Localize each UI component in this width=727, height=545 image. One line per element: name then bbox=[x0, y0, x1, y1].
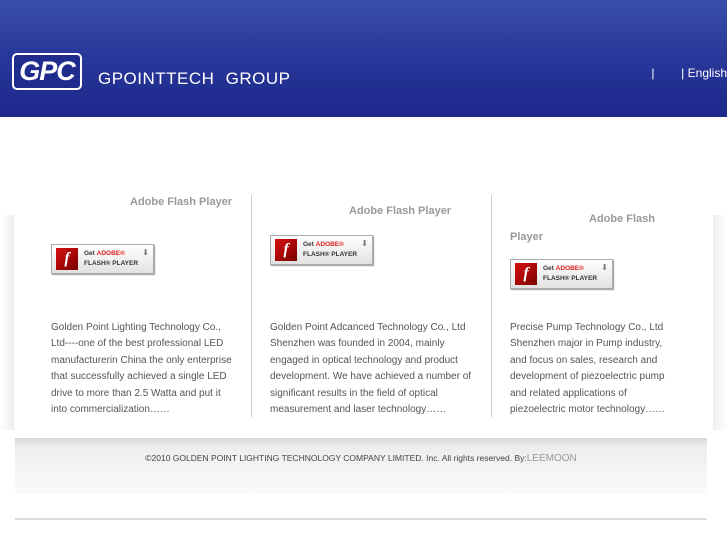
get-flash-player-button[interactable]: f Get ADOBE® FLASH® PLAYER ⬇ bbox=[51, 244, 154, 274]
download-icon: ⬇ bbox=[601, 263, 608, 272]
flash-adobe: ADOBE® bbox=[315, 241, 344, 248]
right-shadow bbox=[713, 215, 727, 430]
flash-title-text: Adobe Flash Player bbox=[510, 213, 656, 243]
lang-separator: | bbox=[681, 66, 685, 80]
flash-icon: f bbox=[275, 239, 297, 261]
company-description: Golden Point Lighting Technology Co., Lt… bbox=[51, 322, 232, 416]
brand-name: GPOINTTECH GROUP bbox=[98, 69, 291, 88]
left-shadow bbox=[0, 215, 14, 430]
flash-player-label: FLASH® PLAYER bbox=[543, 275, 598, 282]
flash-get: Get bbox=[303, 241, 314, 248]
flash-placeholder-title: Adobe Flash Player bbox=[349, 205, 452, 217]
language-links: | | English bbox=[651, 66, 727, 80]
flash-adobe: ADOBE® bbox=[96, 250, 125, 257]
flash-player-label: FLASH® PLAYER bbox=[84, 260, 139, 267]
copyright-text: ©2010 GOLDEN POINT LIGHTING TECHNOLOGY C… bbox=[145, 453, 527, 463]
copyright: ©2010 GOLDEN POINT LIGHTING TECHNOLOGY C… bbox=[15, 453, 707, 464]
flash-get: Get bbox=[543, 265, 554, 272]
flash-icon: f bbox=[515, 263, 537, 285]
header: GPC GPOINTTECH GROUP | | English bbox=[0, 0, 727, 117]
get-flash-player-button[interactable]: f Get ADOBE® FLASH® PLAYER ⬇ bbox=[270, 235, 373, 265]
lang-separator: | bbox=[651, 66, 655, 80]
flash-player-label: FLASH® PLAYER bbox=[303, 251, 358, 258]
flash-adobe: ADOBE® bbox=[555, 265, 584, 272]
column-divider bbox=[251, 195, 252, 417]
company-description: Golden Point Adcanced Technology Co., Lt… bbox=[270, 322, 472, 416]
get-flash-player-button[interactable]: f Get ADOBE® FLASH® PLAYER ⬇ bbox=[510, 259, 613, 289]
author-link[interactable]: LEEMOON bbox=[527, 453, 577, 464]
flash-icon: f bbox=[56, 248, 78, 270]
company-description: Precise Pump Technology Co., Ltd Shenzhe… bbox=[510, 322, 666, 416]
footer: ©2010 GOLDEN POINT LIGHTING TECHNOLOGY C… bbox=[15, 438, 707, 494]
column-divider bbox=[491, 195, 492, 417]
flash-placeholder-title: Adobe Flash Player bbox=[130, 196, 233, 208]
download-icon: ⬇ bbox=[361, 239, 368, 248]
flash-placeholder-title: Adobe Flash Player bbox=[510, 210, 660, 246]
gpc-logo[interactable]: GPC bbox=[12, 53, 82, 90]
english-link[interactable]: English bbox=[688, 66, 727, 80]
bottom-line bbox=[15, 518, 707, 520]
flash-get: Get bbox=[84, 250, 95, 257]
download-icon: ⬇ bbox=[142, 248, 149, 257]
